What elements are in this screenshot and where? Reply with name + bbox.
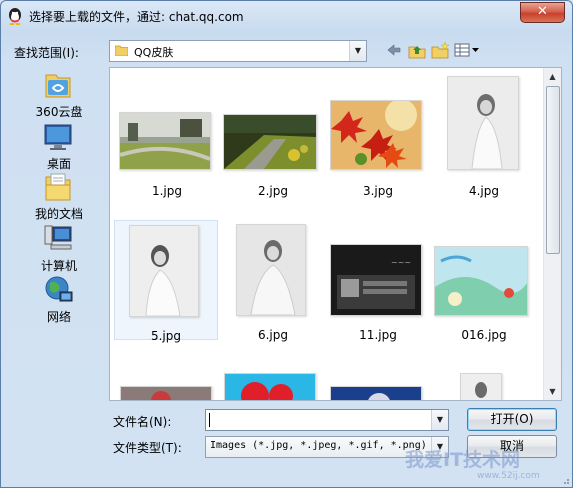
- file-list-view[interactable]: 1.jpg 2.jpg 3.jpg 4.jpg 5.jpg 6.jpg ~~~ …: [109, 67, 562, 401]
- cloud-drive-icon: [45, 74, 71, 98]
- open-button[interactable]: 打开(O): [467, 408, 557, 431]
- open-button-label: 打开(O): [490, 412, 534, 426]
- close-button[interactable]: ✕: [520, 2, 565, 23]
- computer-icon: [44, 225, 72, 250]
- title-bar[interactable]: 选择要上载的文件，通过: chat.qq.com ✕: [1, 1, 572, 31]
- vertical-scrollbar[interactable]: ▲ ▼: [543, 68, 561, 400]
- view-menu-icon[interactable]: [453, 41, 481, 59]
- thumbnail-4: [447, 76, 519, 170]
- thumbnail-2: [223, 114, 317, 170]
- text-caret: [209, 413, 210, 427]
- filename-input[interactable]: ▼: [205, 409, 449, 431]
- chevron-down-icon[interactable]: ▼: [431, 410, 448, 430]
- filetype-value: Images (*.jpg, *.jpeg, *.gif, *.png): [210, 440, 427, 451]
- chevron-down-icon[interactable]: ▼: [349, 41, 366, 61]
- file-item-7[interactable]: ~~~ 11.jpg: [327, 220, 429, 342]
- network-icon: [45, 276, 73, 302]
- places-bar: 360云盘 桌面 我的文档 计算机 网络: [14, 63, 102, 475]
- file-name: 1.jpg: [151, 184, 183, 198]
- file-name: 016.jpg: [461, 328, 507, 342]
- look-in-value: QQ皮肤: [134, 46, 174, 59]
- file-open-dialog: 选择要上载的文件，通过: chat.qq.com ✕ 查找范围(I): QQ皮肤…: [0, 0, 573, 488]
- documents-icon: [45, 173, 71, 201]
- thumbnail-1: [119, 112, 211, 170]
- file-item-4[interactable]: 4.jpg: [433, 76, 535, 198]
- qq-penguin-icon: [9, 8, 21, 25]
- thumbnail-10[interactable]: [224, 373, 316, 400]
- thumbnail-12[interactable]: [460, 373, 502, 400]
- file-name: 4.jpg: [468, 184, 500, 198]
- svg-text:~~~: ~~~: [391, 258, 411, 267]
- file-name: 11.jpg: [359, 328, 397, 342]
- file-name: 6.jpg: [257, 328, 289, 342]
- thumbnail-8: [434, 246, 528, 316]
- scroll-down-icon[interactable]: ▼: [544, 383, 561, 400]
- new-folder-icon[interactable]: [430, 41, 450, 59]
- window-title: 选择要上载的文件，通过: chat.qq.com: [29, 10, 244, 24]
- scroll-up-icon[interactable]: ▲: [544, 68, 561, 85]
- place-label: 计算机: [40, 259, 77, 273]
- file-item-2[interactable]: 2.jpg: [222, 76, 324, 198]
- place-computer[interactable]: 计算机: [14, 223, 104, 273]
- place-360-cloud[interactable]: 360云盘: [14, 69, 104, 119]
- close-icon: ✕: [537, 4, 548, 19]
- filetype-label: 文件类型(T):: [113, 441, 182, 455]
- desktop-icon: [44, 124, 72, 150]
- look-in-dropdown[interactable]: QQ皮肤 ▼: [109, 40, 367, 62]
- file-item-8[interactable]: 016.jpg: [433, 220, 535, 342]
- file-name: 3.jpg: [362, 184, 394, 198]
- place-label: 网络: [46, 310, 71, 324]
- place-my-documents[interactable]: 我的文档: [14, 171, 104, 221]
- up-folder-icon[interactable]: [407, 41, 427, 59]
- resize-grip-icon[interactable]: [560, 475, 570, 485]
- thumbnail-6: [236, 224, 306, 316]
- file-item-6[interactable]: 6.jpg: [222, 220, 324, 342]
- folder-icon: [115, 45, 128, 56]
- place-network[interactable]: 网络: [14, 274, 104, 324]
- scrollbar-thumb[interactable]: [546, 86, 560, 254]
- watermark-text: 我爱IT技术网: [405, 449, 521, 471]
- thumbnail-5: [129, 225, 199, 317]
- file-item-5[interactable]: 5.jpg: [114, 220, 218, 343]
- look-in-label: 查找范围(I):: [14, 46, 79, 60]
- place-label: 桌面: [46, 157, 71, 171]
- file-name: 2.jpg: [257, 184, 289, 198]
- place-label: 360云盘: [35, 105, 83, 119]
- thumbnail-7: ~~~: [330, 244, 422, 316]
- file-item-1[interactable]: 1.jpg: [116, 76, 218, 198]
- back-arrow-icon[interactable]: [384, 41, 404, 59]
- watermark-url: www.52ij.com: [477, 471, 540, 481]
- thumbnail-9[interactable]: [120, 386, 212, 400]
- file-item-3[interactable]: 3.jpg: [327, 76, 429, 198]
- thumbnail-11[interactable]: [330, 386, 422, 400]
- file-name: 5.jpg: [150, 329, 182, 343]
- filename-label: 文件名(N):: [113, 415, 172, 429]
- place-label: 我的文档: [34, 207, 83, 221]
- thumbnail-3: [330, 100, 422, 170]
- place-desktop[interactable]: 桌面: [14, 121, 104, 171]
